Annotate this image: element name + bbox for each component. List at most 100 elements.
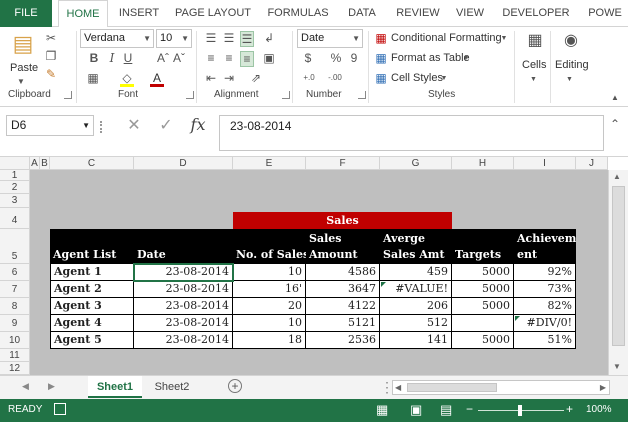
cell-no-of-sales[interactable]: 10: [233, 315, 306, 332]
macro-record-icon[interactable]: [54, 403, 66, 415]
cell-agent[interactable]: Agent 4: [50, 315, 134, 332]
cell-avg-sales[interactable]: 206: [380, 298, 452, 315]
column-header-d[interactable]: D: [134, 157, 233, 170]
header-no-of-sales[interactable]: No. of Sales: [233, 247, 306, 263]
merge-center-icon[interactable]: ▣: [262, 51, 276, 65]
underline-button[interactable]: U: [122, 51, 134, 65]
expand-formula-icon[interactable]: ⌃: [608, 117, 622, 131]
cell-date[interactable]: 23-08-2014: [134, 315, 233, 332]
paste-button[interactable]: Paste: [10, 60, 38, 76]
alignment-launcher-icon[interactable]: [282, 91, 290, 99]
align-top-icon[interactable]: ☰: [204, 31, 218, 45]
cell-date[interactable]: 23-08-2014: [134, 332, 233, 349]
cell-targets[interactable]: 5000: [452, 332, 514, 349]
paste-icon[interactable]: ▤: [12, 31, 34, 59]
horizontal-scrollbar[interactable]: ◀ ▶: [392, 380, 610, 395]
cell-achievement[interactable]: 51%: [514, 332, 576, 349]
row-header-3[interactable]: 3: [0, 194, 30, 208]
cell-sales-amount[interactable]: 3647: [306, 281, 380, 298]
format-as-table-button[interactable]: Format as Table: [391, 50, 470, 66]
zoom-level[interactable]: 100%: [586, 404, 612, 415]
cell-agent[interactable]: Agent 1: [50, 264, 134, 281]
align-bottom-icon[interactable]: ☰: [240, 31, 254, 47]
font-launcher-icon[interactable]: [186, 91, 194, 99]
sheet-tab-sheet2[interactable]: Sheet2: [146, 376, 198, 398]
cell-avg-sales[interactable]: 512: [380, 315, 452, 332]
tab-power[interactable]: POWE: [582, 0, 628, 27]
column-header-i[interactable]: I: [514, 157, 576, 170]
cell-sales-amount[interactable]: 5121: [306, 315, 380, 332]
column-header-h[interactable]: H: [452, 157, 514, 170]
cell-no-of-sales[interactable]: 20: [233, 298, 306, 315]
chevron-down-icon[interactable]: ▼: [530, 73, 537, 87]
cell-achievement[interactable]: 82%: [514, 298, 576, 315]
tab-home[interactable]: HOME: [58, 0, 108, 28]
currency-button[interactable]: $: [302, 51, 314, 65]
chevron-down-icon[interactable]: ▼: [500, 32, 508, 46]
chevron-down-icon[interactable]: ▼: [17, 75, 25, 89]
select-all-corner[interactable]: [0, 157, 30, 170]
tab-developer[interactable]: DEVELOPER: [500, 0, 572, 27]
page-break-view-icon[interactable]: ▤: [440, 402, 452, 417]
cell-targets[interactable]: 5000: [452, 264, 514, 281]
cell-no-of-sales[interactable]: 16': [233, 281, 306, 298]
column-header-c[interactable]: C: [50, 157, 134, 170]
italic-button[interactable]: I: [106, 51, 118, 65]
scroll-up-icon[interactable]: ▲: [613, 172, 621, 181]
header-targets[interactable]: Targets: [452, 247, 514, 263]
column-header-f[interactable]: F: [306, 157, 380, 170]
bold-button[interactable]: B: [88, 51, 100, 65]
header-avg-sales[interactable]: Sales Amt: [380, 247, 452, 263]
resize-handle[interactable]: [100, 121, 103, 133]
cell-styles-button[interactable]: Cell Styles: [391, 70, 443, 86]
prev-sheet-icon[interactable]: ◀: [22, 381, 29, 392]
cell-achievement[interactable]: #DIV/0!: [514, 315, 576, 332]
copy-icon[interactable]: ❐: [44, 49, 58, 63]
normal-view-icon[interactable]: ▦: [376, 402, 388, 417]
name-box[interactable]: D6 ▼: [6, 115, 94, 136]
align-center-icon[interactable]: ≡: [222, 51, 236, 65]
cell-date[interactable]: 23-08-2014: [134, 281, 233, 298]
cell-agent[interactable]: Agent 2: [50, 281, 134, 298]
align-right-icon[interactable]: ≡: [240, 51, 254, 67]
column-header-j[interactable]: J: [576, 157, 608, 170]
cell-date[interactable]: 23-08-2014: [134, 298, 233, 315]
cell-targets[interactable]: 5000: [452, 298, 514, 315]
wrap-text-icon[interactable]: ↲: [262, 31, 276, 45]
cell-sales-amount[interactable]: 4586: [306, 264, 380, 281]
error-indicator-icon[interactable]: [381, 282, 386, 287]
grow-font-icon[interactable]: Aˆ: [156, 51, 170, 65]
row-header-7[interactable]: 7: [0, 281, 30, 298]
column-header-a[interactable]: A: [30, 157, 40, 170]
chevron-down-icon[interactable]: ▼: [462, 52, 470, 66]
row-header-2[interactable]: 2: [0, 181, 30, 194]
vertical-scrollbar[interactable]: ▲ ▼: [608, 170, 628, 375]
increase-decimal-button[interactable]: +.0: [298, 71, 320, 85]
page-layout-view-icon[interactable]: ▣: [410, 402, 422, 417]
cut-icon[interactable]: ✂: [44, 31, 58, 45]
horizontal-scroll-thumb[interactable]: [407, 383, 497, 392]
collapse-ribbon-icon[interactable]: ▲: [610, 91, 620, 105]
cell-sales-amount[interactable]: 4122: [306, 298, 380, 315]
row-header-8[interactable]: 8: [0, 298, 30, 315]
zoom-in-icon[interactable]: +: [566, 402, 573, 417]
row-header-6[interactable]: 6: [0, 264, 30, 281]
add-sheet-icon[interactable]: +: [228, 379, 242, 393]
cell-avg-sales[interactable]: 141: [380, 332, 452, 349]
cell-targets[interactable]: 5000: [452, 281, 514, 298]
decrease-indent-icon[interactable]: ⇤: [204, 71, 218, 85]
cell-avg-sales[interactable]: 459: [380, 264, 452, 281]
cell-date[interactable]: 23-08-2014: [134, 264, 233, 281]
cell-achievement[interactable]: 92%: [514, 264, 576, 281]
editing-button[interactable]: Editing: [555, 57, 589, 73]
tab-view[interactable]: VIEW: [450, 0, 490, 27]
cell-no-of-sales[interactable]: 10: [233, 264, 306, 281]
error-indicator-icon[interactable]: [515, 316, 520, 321]
align-left-icon[interactable]: ≡: [204, 51, 218, 65]
tab-page-layout[interactable]: PAGE LAYOUT: [172, 0, 254, 27]
tab-file[interactable]: FILE: [0, 0, 52, 27]
scroll-down-icon[interactable]: ▼: [613, 362, 621, 371]
cell-no-of-sales[interactable]: 18: [233, 332, 306, 349]
header-date[interactable]: Date: [134, 247, 233, 263]
increase-indent-icon[interactable]: ⇥: [222, 71, 236, 85]
